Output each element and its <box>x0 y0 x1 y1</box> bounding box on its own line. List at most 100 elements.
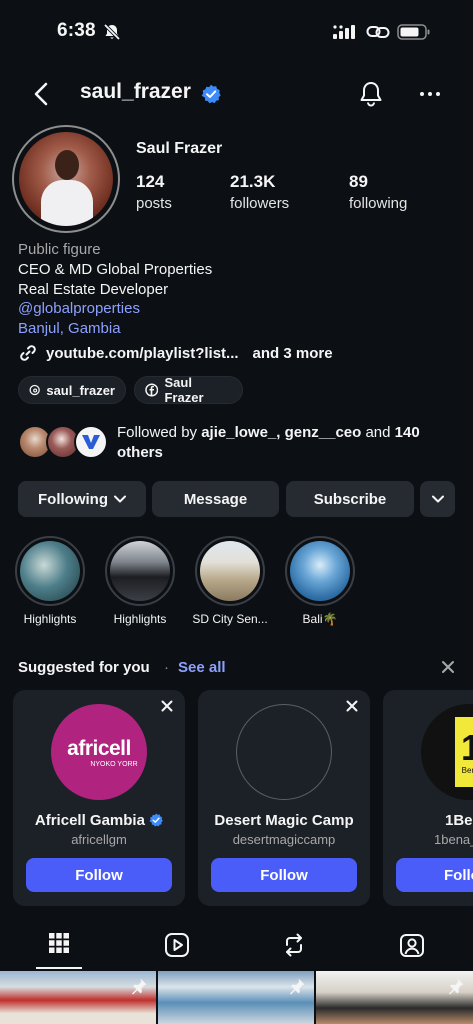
subscribe-button[interactable]: Subscribe <box>286 481 414 517</box>
threads-icon <box>29 384 40 396</box>
follow-button[interactable]: Follow <box>26 858 172 892</box>
highlight-cover <box>110 541 170 601</box>
highlight-label: SD City Sen... <box>192 612 268 626</box>
followed-by-text[interactable]: Followed by ajie_lowe_, genz__ceo and 14… <box>117 423 457 463</box>
suggested-card[interactable]: Desert Magic Camp desertmagiccamp Follow <box>198 690 370 906</box>
stat-followers-label: followers <box>230 195 290 212</box>
suggested-handle: 1bena_ <box>434 832 473 847</box>
story-highlight[interactable]: Highlights <box>105 536 175 626</box>
reels-tab-icon[interactable] <box>164 932 190 958</box>
stat-posts[interactable]: 124 posts <box>136 172 172 212</box>
link-text[interactable]: youtube.com/playlist?list... <box>46 345 239 362</box>
suggested-avatar: africell NYOKO YORR <box>51 704 147 800</box>
pin-icon <box>290 978 305 995</box>
suggested-handle: desertmagiccamp <box>232 832 336 847</box>
threads-chip[interactable]: saul_frazer <box>18 376 126 404</box>
profile-photo <box>19 132 113 226</box>
story-highlight[interactable]: Bali🌴 <box>285 536 355 626</box>
chevron-down-icon <box>113 495 126 503</box>
stat-posts-value: 124 <box>136 172 165 191</box>
visibility-logo-icon <box>82 435 100 449</box>
suggested-title: Suggested for you <box>18 659 150 676</box>
stat-following-label: following <box>349 195 408 212</box>
suggested-separator: · <box>164 659 169 676</box>
more-options-icon[interactable] <box>418 80 442 108</box>
signal-icon <box>333 25 355 39</box>
reposts-tab-icon[interactable] <box>281 932 307 958</box>
mutual-follower-avatar[interactable] <box>74 425 108 459</box>
facebook-chip[interactable]: Saul Frazer <box>134 375 243 405</box>
profile-avatar[interactable] <box>12 125 120 233</box>
active-tab-indicator <box>36 967 82 969</box>
highlight-label: Bali🌴 <box>302 612 338 626</box>
post-grid <box>0 971 473 1024</box>
suggested-card[interactable]: africell NYOKO YORR Africell Gambia afri… <box>13 690 185 906</box>
dismiss-icon[interactable] <box>161 700 173 712</box>
post-thumbnail[interactable] <box>0 971 156 1024</box>
story-highlight[interactable]: Highlights <box>15 536 85 626</box>
verified-badge-icon <box>149 813 163 827</box>
pin-icon <box>132 978 147 995</box>
notification-bell-icon[interactable] <box>358 80 384 108</box>
stat-followers[interactable]: 21.3K followers <box>230 172 289 212</box>
link-more-text[interactable]: and 3 more <box>253 345 333 362</box>
dismiss-icon[interactable] <box>346 700 358 712</box>
profile-full-name: Saul Frazer <box>136 140 223 157</box>
highlight-cover <box>200 541 260 601</box>
bio-location-link[interactable]: Banjul, Gambia <box>18 319 212 339</box>
following-button[interactable]: Following <box>18 481 146 517</box>
grid-tab-icon[interactable] <box>48 932 70 954</box>
bio-mention-link[interactable]: @globalproperties <box>18 299 212 319</box>
bena-logo-text: 1 <box>460 726 473 768</box>
facebook-icon <box>145 383 159 397</box>
external-links[interactable]: youtube.com/playlist?list... and 3 more <box>18 343 333 363</box>
tagged-tab-icon[interactable] <box>399 932 425 958</box>
story-highlight[interactable]: SD City Sen... <box>192 536 268 626</box>
stat-following-value: 89 <box>349 172 368 191</box>
highlight-label: Highlights <box>23 612 77 626</box>
stat-following[interactable]: 89 following <box>349 172 407 212</box>
suggested-name: Desert Magic Camp <box>214 812 354 829</box>
profile-tab-bar <box>0 924 473 970</box>
subscribe-button-label: Subscribe <box>313 490 387 508</box>
header-username: saul_frazer <box>80 80 191 103</box>
stat-followers-value: 21.3K <box>230 172 276 191</box>
bena-logo-sub: Bena <box>461 765 473 775</box>
vpn-link-icon <box>366 26 390 38</box>
highlight-label: Highlights <box>113 612 167 626</box>
pin-icon <box>449 978 464 995</box>
follow-button[interactable]: Follo <box>396 858 473 892</box>
profile-header: saul_frazer <box>0 72 473 116</box>
link-icon <box>20 345 36 361</box>
message-button-label: Message <box>183 490 248 508</box>
post-thumbnail[interactable] <box>158 971 314 1024</box>
verified-badge-icon <box>201 84 221 104</box>
bell-off-icon <box>103 23 121 41</box>
suggested-handle: africellgm <box>71 832 127 847</box>
profile-bio: Public figure CEO & MD Global Properties… <box>18 240 212 339</box>
suggested-card[interactable]: 1 Bena 1Be 1bena_ Follo <box>383 690 473 906</box>
suggested-toggle-button[interactable] <box>420 481 455 517</box>
bio-line: Real Estate Developer <box>18 280 169 298</box>
status-bar: 6:38 <box>0 0 473 64</box>
suggested-avatar: 1 Bena <box>421 704 473 800</box>
suggested-name: Africell Gambia <box>13 812 185 829</box>
see-all-link[interactable]: See all <box>178 659 226 676</box>
message-button[interactable]: Message <box>152 481 279 517</box>
bio-line: CEO & MD Global Properties <box>18 260 213 278</box>
threads-chip-label: saul_frazer <box>46 382 115 398</box>
status-time: 6:38 <box>57 20 96 41</box>
battery-icon <box>397 24 430 40</box>
back-arrow-icon[interactable] <box>28 80 56 108</box>
suggested-avatar <box>236 704 332 800</box>
highlight-cover <box>290 541 350 601</box>
post-thumbnail[interactable] <box>316 971 473 1024</box>
highlight-cover <box>20 541 80 601</box>
follow-button[interactable]: Follow <box>211 858 357 892</box>
following-button-label: Following <box>38 490 108 508</box>
africell-logo-text: africell <box>67 736 131 760</box>
facebook-chip-label: Saul Frazer <box>164 375 204 405</box>
chevron-down-icon <box>431 495 444 503</box>
close-icon[interactable] <box>441 660 455 674</box>
profile-category: Public figure <box>18 241 101 258</box>
